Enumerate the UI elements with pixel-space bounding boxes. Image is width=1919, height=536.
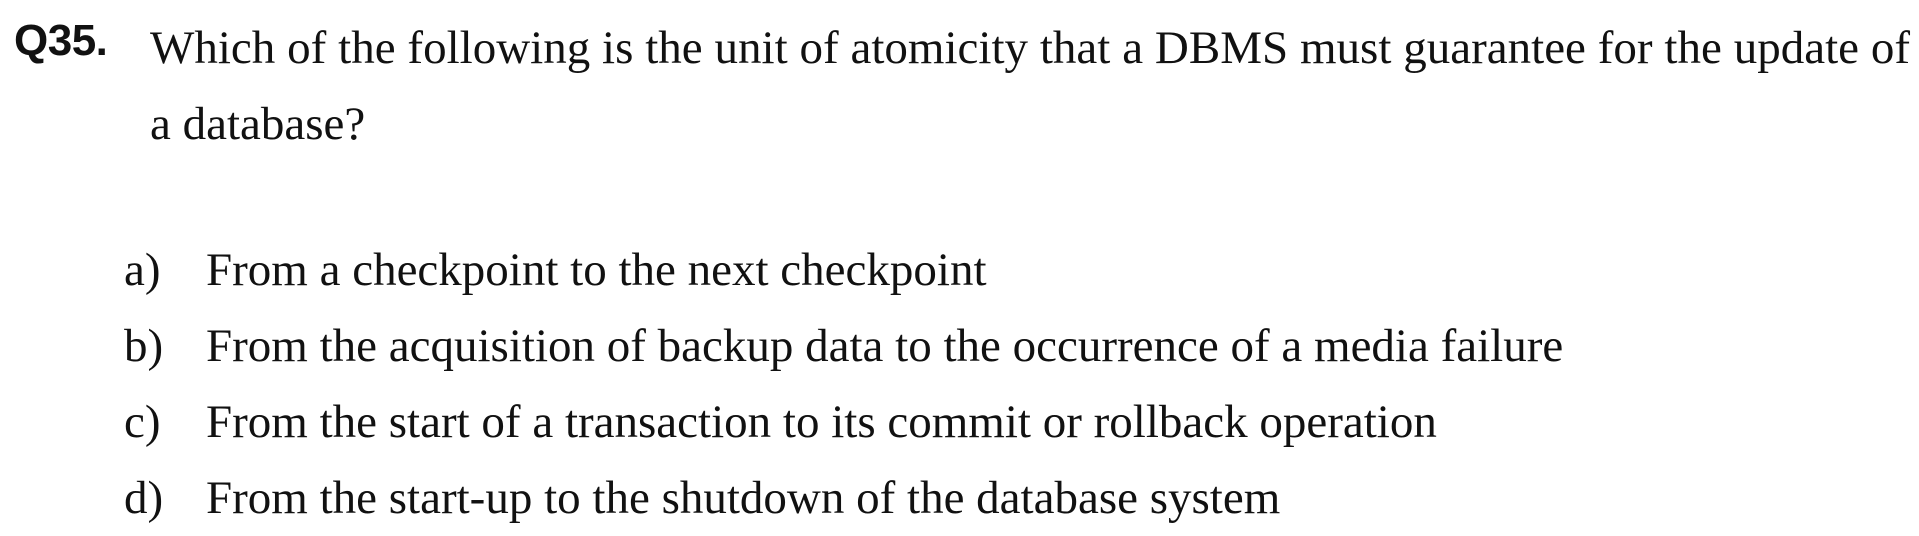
option-letter: d) [124,472,164,524]
option-text: From the acquisition of backup data to t… [206,320,1564,372]
option-text: From a checkpoint to the next checkpoint [206,244,987,296]
question-number: Q35. [14,16,108,65]
options-list: a) From a checkpoint to the next checkpo… [124,232,1884,536]
option-text: From the start-up to the shutdown of the… [206,472,1281,524]
question-block: Q35. Which of the following is the unit … [0,0,1919,530]
question-text: Which of the following is the unit of at… [150,22,1910,150]
option-letter: c) [124,396,161,448]
option-a[interactable]: a) From a checkpoint to the next checkpo… [124,232,1884,308]
option-c[interactable]: c) From the start of a transaction to it… [124,384,1884,460]
option-text: From the start of a transaction to its c… [206,396,1437,448]
option-d[interactable]: d) From the start-up to the shutdown of … [124,460,1884,536]
option-letter: a) [124,244,161,296]
option-b[interactable]: b) From the acquisition of backup data t… [124,308,1884,384]
option-letter: b) [124,320,164,372]
